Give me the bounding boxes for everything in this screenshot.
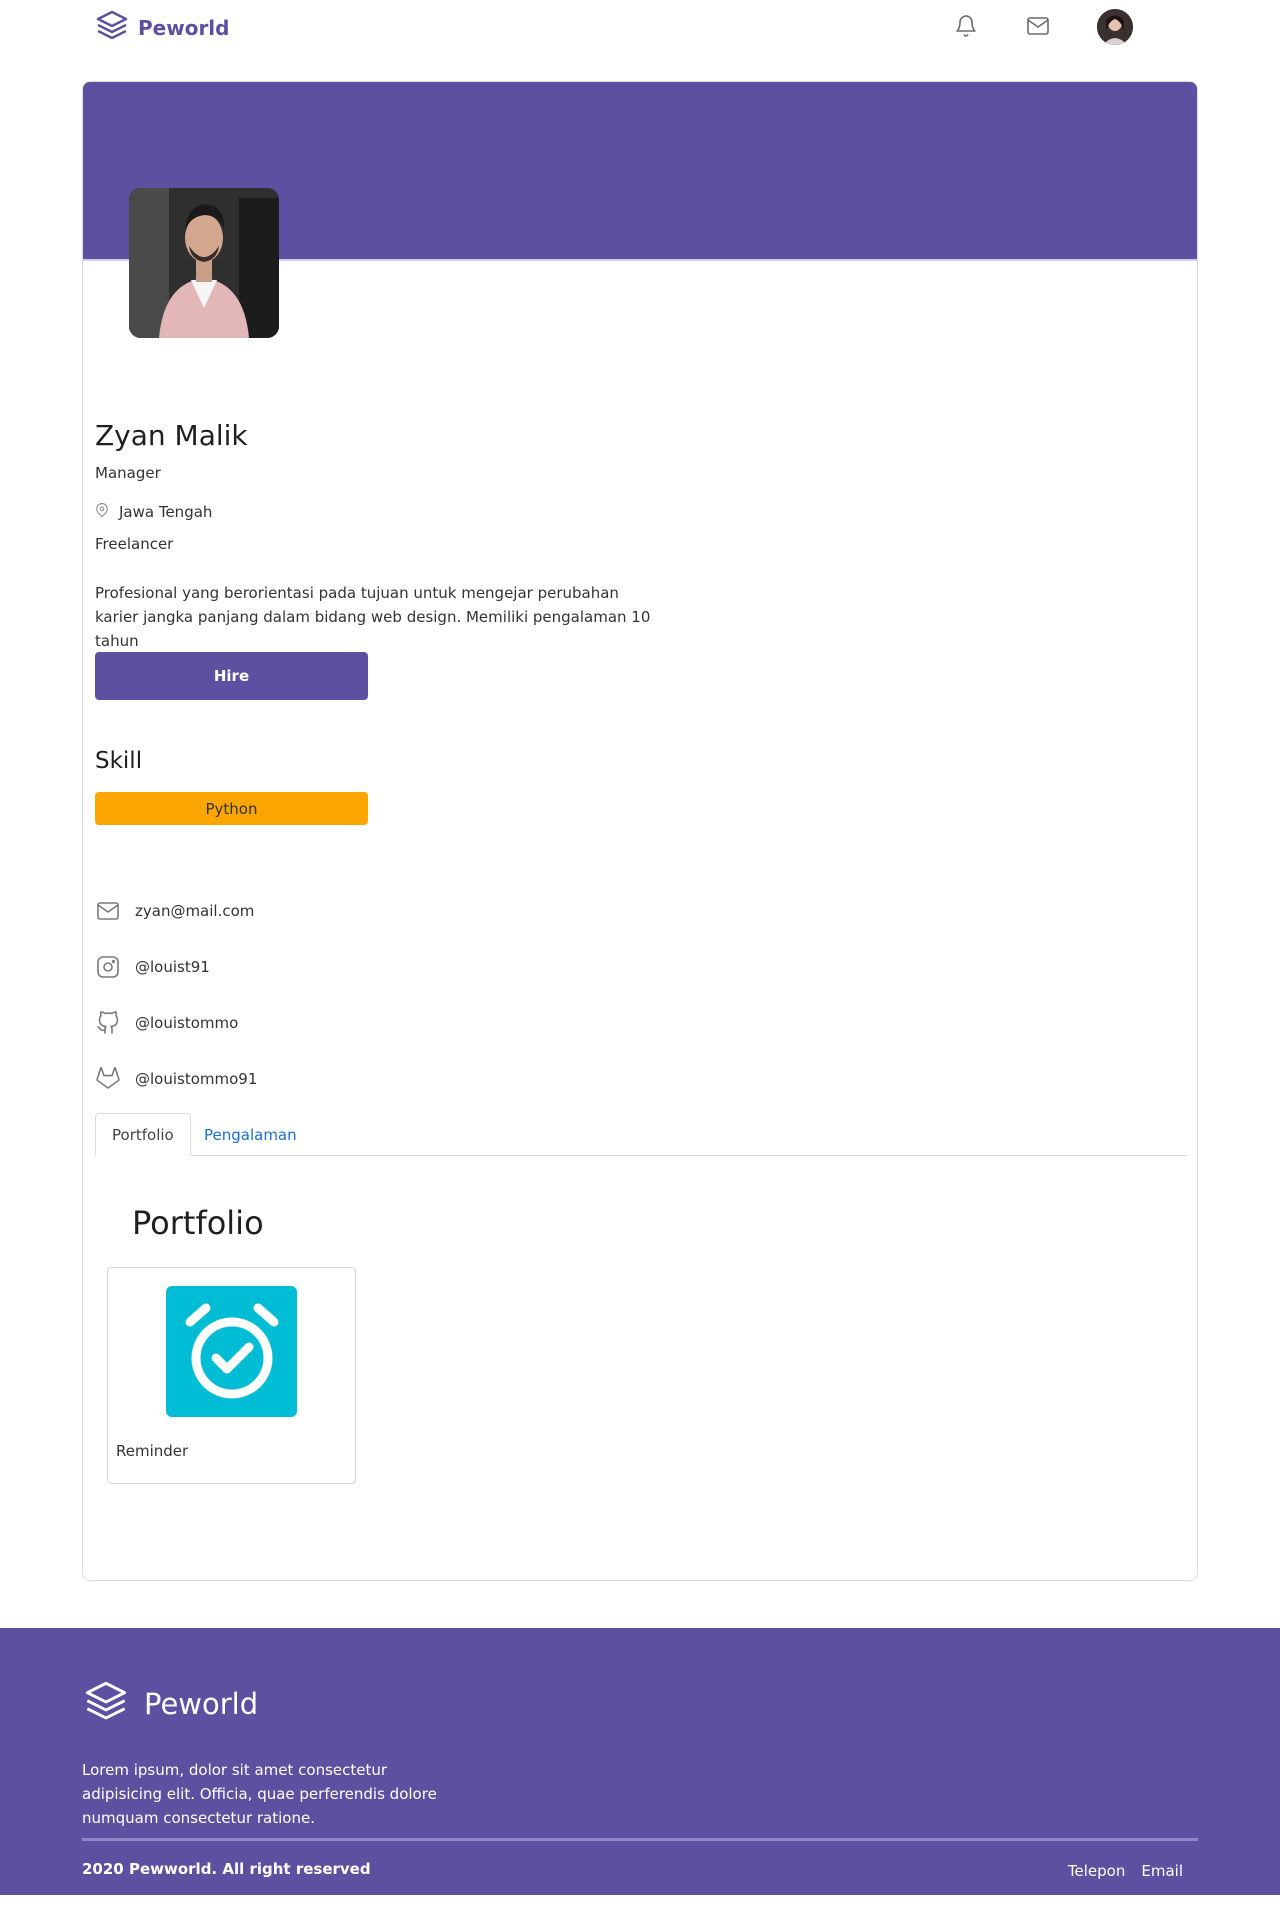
tab-portfolio[interactable]: Portfolio (95, 1113, 191, 1156)
contact-email-text: zyan@mail.com (135, 902, 255, 920)
profile-card: Zyan Malik Manager Jawa Tengah Freelance… (82, 81, 1198, 1581)
profile-bio: Profesional yang berorientasi pada tujua… (95, 584, 651, 650)
portfolio-item[interactable]: Reminder (107, 1267, 356, 1484)
hire-button[interactable]: Hire (95, 652, 368, 700)
contact-gitlab[interactable]: @louistommo91 (95, 1066, 257, 1092)
profile-tabs: Portfolio Pengalaman (95, 1113, 1187, 1156)
tab-pengalaman[interactable]: Pengalaman (188, 1113, 313, 1156)
github-icon (95, 1010, 121, 1036)
skill-badge: Python (95, 792, 368, 825)
footer-copyright: 2020 Pewworld. All right reserved (82, 1860, 371, 1878)
contact-github-text: @louistommo (135, 1014, 239, 1032)
gitlab-icon (95, 1066, 121, 1092)
profile-job: Manager (95, 464, 161, 482)
contact-instagram-text: @louist91 (135, 958, 210, 976)
portfolio-title: Portfolio (132, 1204, 264, 1242)
contact-email[interactable]: zyan@mail.com (95, 898, 254, 924)
map-pin-icon (95, 502, 109, 522)
footer-links: Telepon Email (1068, 1862, 1183, 1880)
brand-logo[interactable]: Peworld (94, 8, 229, 48)
profile-location: Jawa Tengah (95, 502, 212, 522)
navbar: Peworld (0, 0, 1280, 52)
footer-link-telepon[interactable]: Telepon (1068, 1862, 1125, 1880)
footer-description: Lorem ipsum, dolor sit amet consectetur … (82, 1761, 437, 1827)
skill-title: Skill (95, 748, 143, 774)
location-text: Jawa Tengah (119, 503, 213, 521)
bell-icon[interactable] (953, 13, 979, 39)
profile-name: Zyan Malik (95, 419, 248, 452)
layers-logo-icon (94, 8, 130, 48)
mail-icon (95, 898, 121, 924)
user-avatar[interactable] (1097, 9, 1133, 45)
alarm-check-icon (166, 1286, 297, 1417)
profile-work-type: Freelancer (95, 535, 174, 553)
brand-name: Peworld (138, 16, 230, 40)
footer: Peworld Lorem ipsum, dolor sit amet cons… (0, 1628, 1280, 1895)
footer-link-email[interactable]: Email (1141, 1862, 1183, 1880)
footer-divider (82, 1838, 1198, 1841)
instagram-icon (95, 954, 121, 980)
profile-photo (129, 188, 279, 338)
footer-brand[interactable]: Peworld (82, 1678, 258, 1730)
footer-brand-name: Peworld (144, 1687, 259, 1721)
contact-github[interactable]: @louistommo (95, 1010, 238, 1036)
contact-gitlab-text: @louistommo91 (135, 1070, 258, 1088)
layers-logo-icon (82, 1678, 130, 1730)
contact-instagram[interactable]: @louist91 (95, 954, 210, 980)
portfolio-item-label: Reminder (116, 1442, 189, 1460)
mail-icon[interactable] (1025, 13, 1051, 39)
